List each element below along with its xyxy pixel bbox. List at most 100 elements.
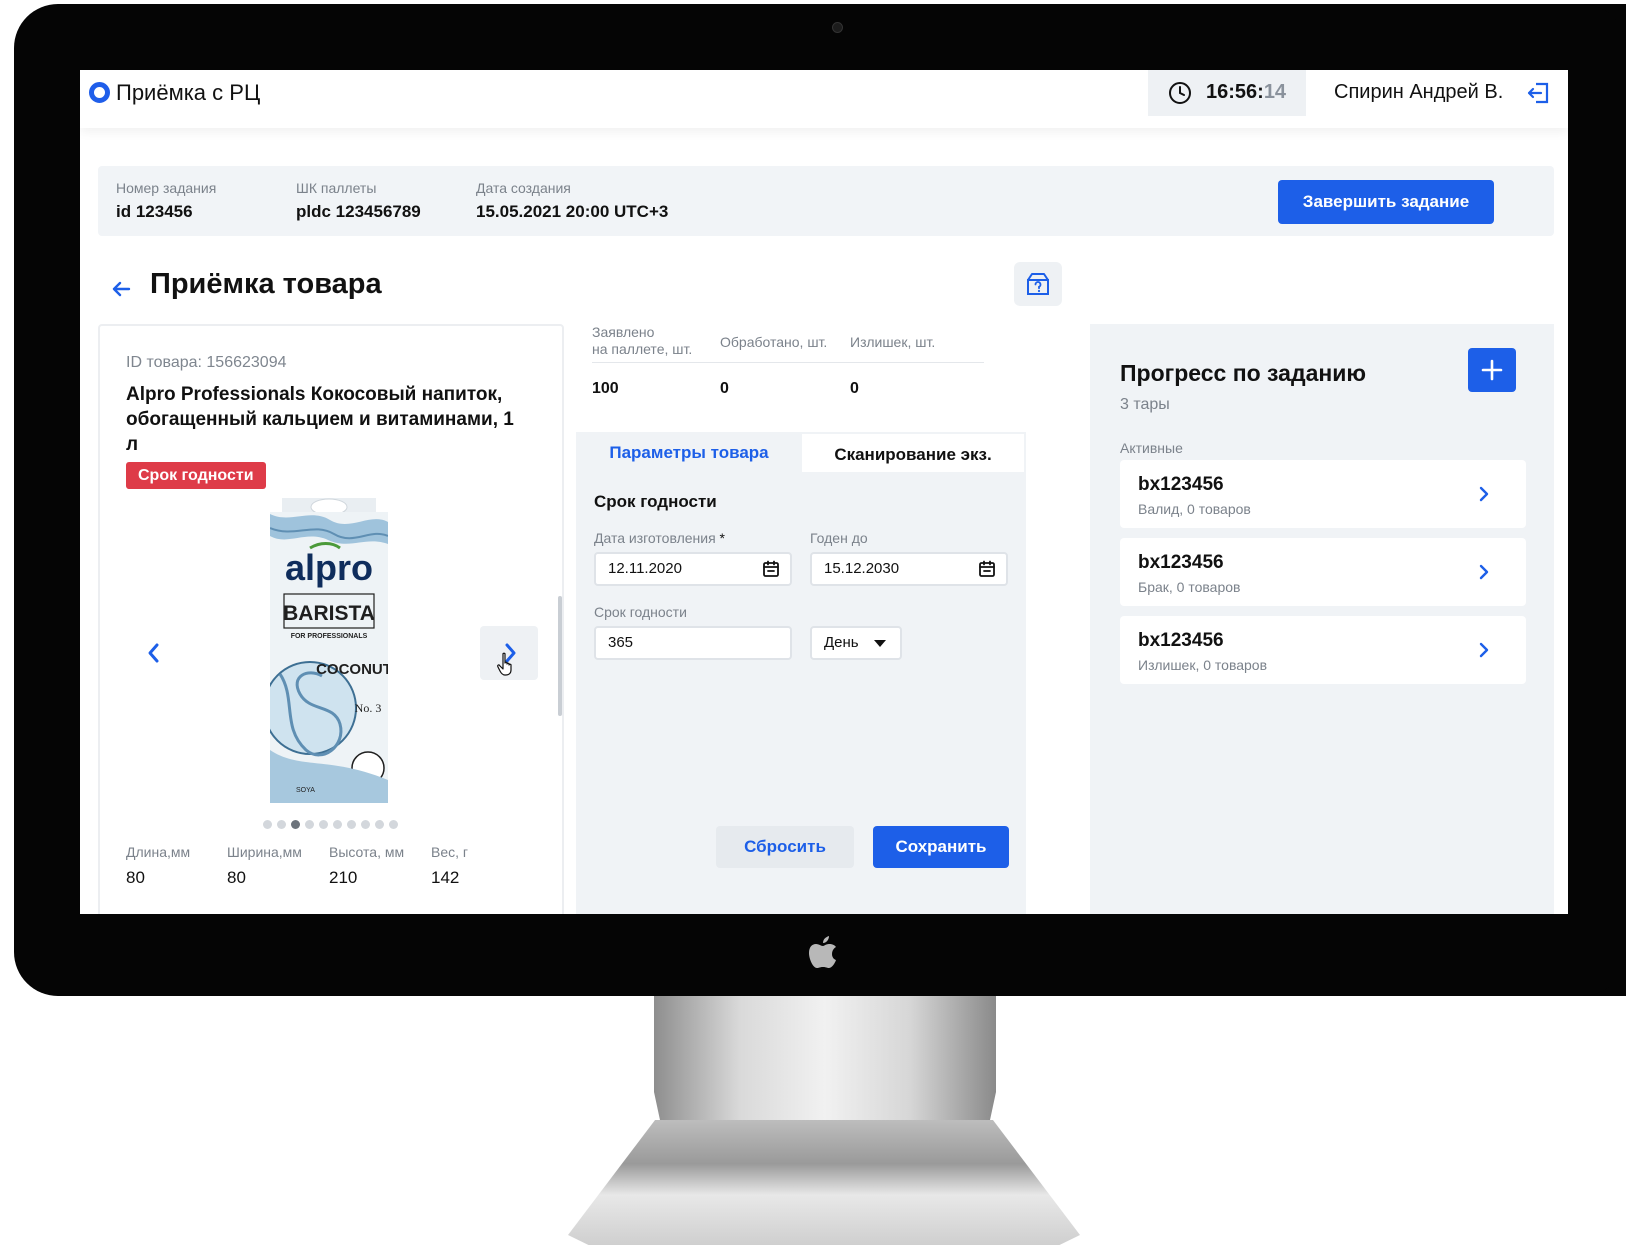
shelf-life-input[interactable]: 365 [594, 626, 792, 660]
shelf-life-unit-value: День [824, 634, 859, 651]
task-number: Номер задания id 123456 [116, 180, 216, 222]
created-date-value: 15.05.2021 20:00 UTC+3 [476, 202, 669, 221]
pallet-barcode-label: ШК паллеты [296, 180, 377, 196]
top-bar: Приёмка с РЦ 16:56:14 Спирин Андрей В. [80, 70, 1568, 128]
svg-text:SOYA: SOYA [296, 787, 315, 794]
add-box-button[interactable] [1468, 348, 1516, 392]
box-card-valid[interactable]: bx123456 Валид, 0 товаров [1120, 460, 1526, 528]
shelf-life-label: Срок годности [594, 604, 687, 620]
box-id: bx123456 [1138, 474, 1224, 495]
dimension-label: Вес, г [431, 844, 469, 860]
product-card: ID товара: 156623094 Alpro Professionals… [98, 324, 564, 914]
svg-text:No. 3: No. 3 [355, 701, 382, 715]
surplus-value: 0 [850, 380, 859, 397]
dimension-label: Высота, мм [329, 844, 405, 860]
task-info-bar: Номер задания id 123456 ШК паллеты pldc … [98, 166, 1554, 236]
svg-text:alpro: alpro [285, 547, 373, 588]
app-title: Приёмка с РЦ [116, 80, 261, 105]
svg-text:FOR PROFESSIONALS: FOR PROFESSIONALS [291, 633, 368, 640]
clock-hours-minutes: 16:56: [1206, 81, 1264, 103]
tab-scan-items[interactable]: Сканирование экз. [802, 432, 1026, 474]
carousel-dot[interactable] [277, 820, 286, 829]
logout-icon[interactable] [1526, 80, 1552, 106]
progress-title: Прогресс по заданию [1120, 360, 1367, 386]
svg-text:COCONUT: COCONUT [316, 661, 388, 678]
box-id: bx123456 [1138, 552, 1224, 573]
carousel-dot[interactable] [389, 820, 398, 829]
created-date-label: Дата создания [476, 180, 571, 196]
svg-text:BARISTA: BARISTA [283, 602, 375, 625]
box-card-defect[interactable]: bx123456 Брак, 0 товаров [1120, 538, 1526, 606]
chevron-right-icon [1479, 486, 1489, 502]
calendar-icon[interactable] [978, 560, 996, 578]
declared-header: Заявлено на паллете, шт. [592, 324, 692, 358]
expiry-date-field[interactable]: 15.12.2030 [810, 552, 1008, 586]
carousel-dot-active[interactable] [291, 820, 300, 829]
pallet-barcode-value: pldc 123456789 [296, 202, 421, 221]
back-arrow-icon[interactable] [110, 278, 132, 300]
tab-product-params[interactable]: Параметры товара [576, 432, 802, 474]
carousel-dot[interactable] [375, 820, 384, 829]
reset-button[interactable]: Сбросить [716, 826, 854, 868]
expiry-badge: Срок годности [126, 462, 266, 489]
box-meta: Брак, 0 товаров [1138, 579, 1241, 595]
product-params-panel: Параметры товара Сканирование экз. Срок … [576, 432, 1026, 914]
dimension-value: 210 [329, 868, 358, 887]
box-question-icon [1027, 273, 1049, 295]
carousel-dot[interactable] [263, 820, 272, 829]
chevron-right-icon [1479, 642, 1489, 658]
chevron-left-icon[interactable] [142, 641, 166, 665]
box-meta: Валид, 0 товаров [1138, 501, 1251, 517]
clock-widget: 16:56:14 [1148, 70, 1306, 116]
carousel-dots [263, 820, 398, 829]
surplus-header: Излишек, шт. [850, 334, 936, 350]
carousel-dot[interactable] [361, 820, 370, 829]
dimension-value: 80 [227, 868, 246, 887]
shelf-life-unit-select[interactable]: День [810, 626, 902, 660]
declared-label-line1: Заявлено [592, 324, 655, 340]
monitor-mockup: Приёмка с РЦ 16:56:14 Спирин Андрей В. Н… [0, 0, 1626, 1245]
app-screen: Приёмка с РЦ 16:56:14 Спирин Андрей В. Н… [80, 70, 1568, 914]
product-id: ID товара: 156623094 [126, 354, 287, 371]
section-title: Срок годности [594, 492, 717, 511]
save-button[interactable]: Сохранить [873, 826, 1009, 868]
declared-value: 100 [592, 380, 619, 397]
product-image: alpro BARISTA FOR PROFESSIONALS COCONUT … [270, 498, 388, 803]
carousel-dot[interactable] [305, 820, 314, 829]
processed-header: Обработано, шт. [720, 334, 828, 350]
box-meta: Излишек, 0 товаров [1138, 657, 1268, 673]
carousel-dot[interactable] [333, 820, 342, 829]
user-name: Спирин Андрей В. [1334, 81, 1504, 103]
expiry-date-label: Годен до [810, 530, 868, 546]
dimension-length: Длина,мм 80 [126, 844, 190, 888]
stats-divider [592, 362, 984, 363]
task-number-label: Номер задания [116, 180, 217, 196]
page-title: Приёмка товара [150, 268, 382, 300]
monitor-stand-base [568, 1120, 1080, 1245]
product-name: Alpro Professionals Кокосовый напиток, о… [126, 384, 514, 455]
calendar-icon[interactable] [762, 560, 780, 578]
finish-task-button[interactable]: Завершить задание [1278, 180, 1494, 224]
dimension-width: Ширина,мм 80 [227, 844, 302, 888]
manufacture-date-field[interactable]: 12.11.2020 [594, 552, 792, 586]
carousel-dot[interactable] [347, 820, 356, 829]
box-question-button[interactable] [1014, 262, 1062, 306]
declared-label-line2: на паллете, шт. [592, 341, 693, 357]
chevron-right-icon [1479, 564, 1489, 580]
task-number-value: id 123456 [116, 202, 193, 221]
carousel-dot[interactable] [319, 820, 328, 829]
dimension-label: Длина,мм [126, 844, 191, 860]
dimension-weight: Вес, г 142 [431, 844, 468, 888]
card-scrollbar[interactable] [558, 596, 562, 716]
box-id: bx123456 [1138, 630, 1224, 651]
webcam [832, 22, 843, 33]
dimension-height: Высота, мм 210 [329, 844, 404, 888]
manufacture-date-label-text: Дата изготовления [594, 530, 716, 546]
box-card-surplus[interactable]: bx123456 Излишек, 0 товаров [1120, 616, 1526, 684]
manufacture-date-label: Дата изготовления * [594, 530, 725, 546]
dimension-value: 80 [126, 868, 145, 887]
created-date: Дата создания 15.05.2021 20:00 UTC+3 [476, 180, 668, 222]
plus-icon [1481, 359, 1503, 381]
apple-logo [809, 936, 836, 968]
dimension-value: 142 [431, 868, 460, 887]
